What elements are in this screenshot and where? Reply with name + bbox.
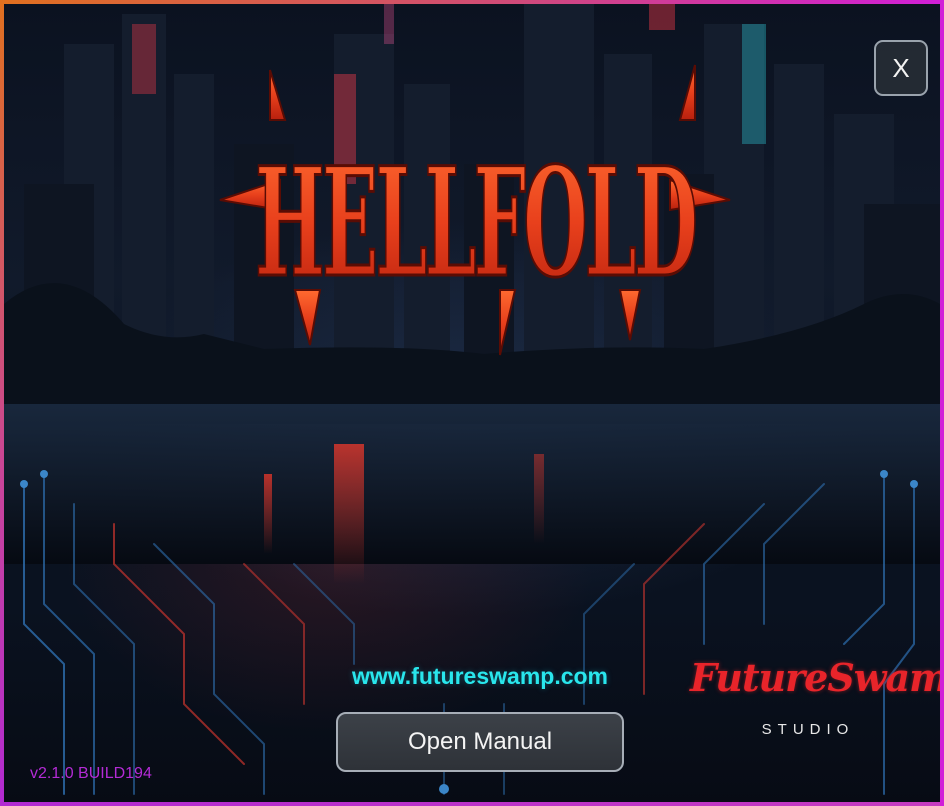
window-frame-left [0, 0, 4, 806]
launcher-window: HELLFOLD X www.futureswamp.com Open Manu… [0, 0, 944, 806]
open-manual-button[interactable]: Open Manual [336, 712, 624, 772]
studio-name: FutureSwamp [690, 655, 944, 700]
version-label: v2.1.0 BUILD194 [30, 765, 152, 782]
window-frame-bottom [0, 802, 944, 806]
futureswamp-studio-logo: FutureSwamp STUDIO [690, 655, 944, 755]
hellfold-logo: HELLFOLD [219, 64, 731, 356]
window-frame-right [940, 0, 944, 806]
website-link[interactable]: www.futureswamp.com [310, 663, 650, 690]
window-frame-top [0, 0, 944, 4]
svg-text:HELLFOLD: HELLFOLD [255, 135, 695, 311]
close-icon: X [892, 53, 910, 83]
close-button[interactable]: X [874, 40, 928, 96]
studio-subtitle: STUDIO [761, 721, 855, 738]
